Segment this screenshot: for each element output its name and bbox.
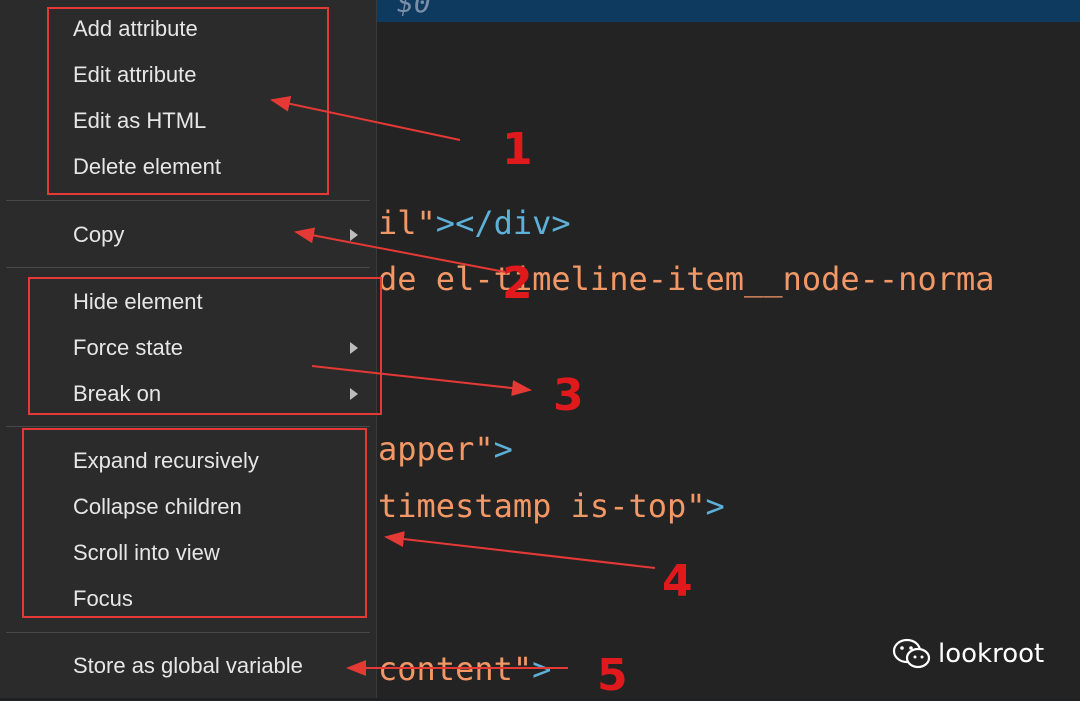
- watermark-brand: lookroot: [938, 639, 1045, 669]
- annotation-arrow-4: [384, 531, 656, 569]
- wechat-icon: [892, 638, 931, 669]
- watermark: lookroot: [892, 636, 1044, 672]
- annotation-arrows: [270, 95, 656, 676]
- annotation-number-1: 1: [502, 124, 533, 175]
- annotation-number-5: 5: [597, 650, 628, 701]
- annotation-number-2: 2: [502, 258, 533, 309]
- annotation-arrow-2: [294, 227, 506, 273]
- annotation-arrow-1: [270, 95, 461, 141]
- annotation-arrow-3: [311, 365, 532, 396]
- annotation-number-3: 3: [553, 370, 584, 421]
- annotation-number-4: 4: [662, 556, 693, 607]
